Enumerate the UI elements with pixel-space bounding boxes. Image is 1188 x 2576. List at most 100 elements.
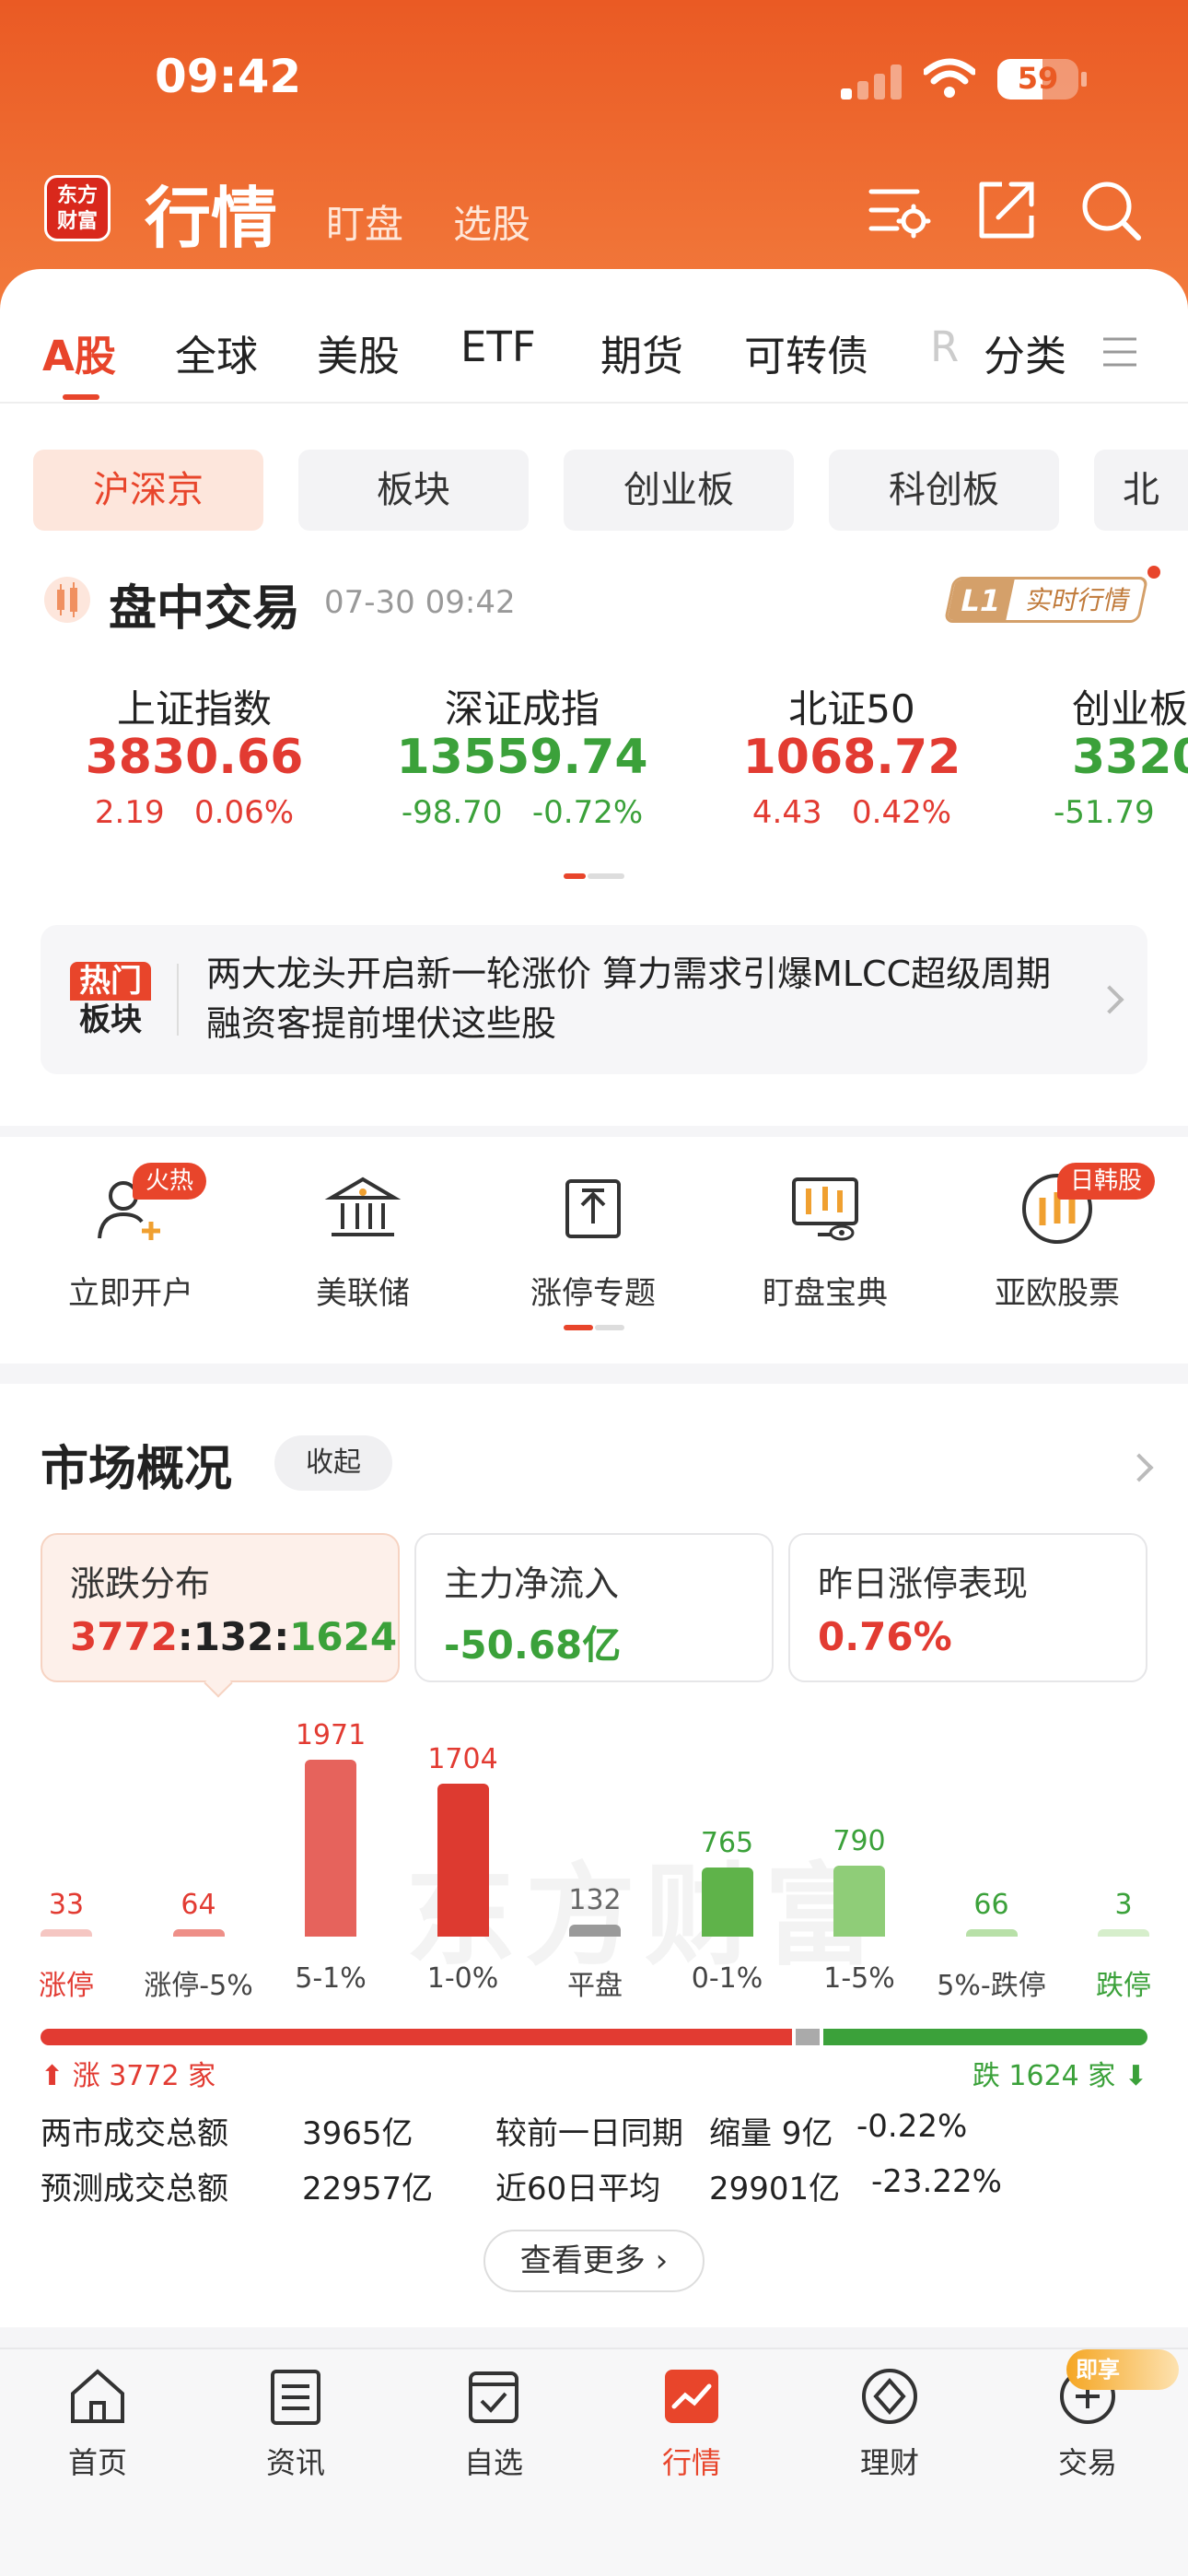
view-more-button[interactable]: 查看更多 › xyxy=(483,2230,705,2292)
ratio-down xyxy=(823,2029,1147,2045)
bar-category-label: 涨停 xyxy=(39,1970,94,2002)
shortcut-watch-guide[interactable]: 盯盘宝典 xyxy=(724,1170,926,1313)
pill-sector[interactable]: 板块 xyxy=(298,450,529,531)
nav-label: 行情 xyxy=(661,2445,721,2480)
nav-label: 理财 xyxy=(859,2445,919,2480)
session-time: 07-30 09:42 xyxy=(324,584,516,621)
bank-icon xyxy=(324,1177,402,1236)
rise-count: ⬆ 涨 3772 家 xyxy=(41,2053,215,2093)
chevron-right-icon xyxy=(1095,985,1124,1014)
nav-home[interactable]: 首页 xyxy=(24,2366,171,2482)
search-icon[interactable] xyxy=(1076,175,1146,245)
bar-category-label: 5-1% xyxy=(295,1962,367,1995)
pill-gem[interactable]: 创业板 xyxy=(564,450,794,531)
nav-market[interactable]: 行情 xyxy=(618,2366,765,2482)
battery-level: 59 xyxy=(1017,61,1059,96)
monitor-eye-icon xyxy=(792,1177,858,1241)
bar-category-label: 跌停 xyxy=(1096,1970,1151,2002)
index-card-bj50[interactable]: 北证50 1068.72 4.43 0.42% xyxy=(700,678,1004,840)
sector-tag: 板块 xyxy=(79,1001,142,1038)
summary-card-limit-up-perf[interactable]: 昨日涨停表现 0.76% xyxy=(788,1533,1147,1682)
section-title: 市场概况 xyxy=(41,1442,233,1497)
market-tabs: A股 全球 美股 ETF 期货 可转债 R 分类 xyxy=(0,313,1188,404)
pill-bj[interactable]: 北 xyxy=(1094,450,1188,531)
bar-0 xyxy=(41,1929,92,1937)
wealth-icon xyxy=(862,2369,917,2424)
menu-icon[interactable] xyxy=(1101,334,1138,370)
nav-label: 首页 xyxy=(67,2445,127,2480)
share-icon[interactable] xyxy=(971,175,1041,245)
settings-list-icon[interactable] xyxy=(864,175,934,245)
hot-sector-tag: 热门 板块 xyxy=(70,962,151,1039)
tab-global[interactable]: 全球 xyxy=(175,322,258,382)
arrow-up-icon: ⬆ xyxy=(41,2060,64,2092)
rise-label: 涨 3772 家 xyxy=(72,2060,216,2092)
collapse-button[interactable]: 收起 xyxy=(274,1435,392,1491)
shortcut-limit-up[interactable]: 涨停专题 xyxy=(492,1170,694,1313)
bar-value-label: 66 xyxy=(973,1889,1009,1921)
divider xyxy=(177,964,179,1036)
nav-news[interactable]: 资讯 xyxy=(222,2366,369,2482)
index-card-gem-clip[interactable]: 创业板 3320 -51.79 xyxy=(995,678,1188,862)
index-card-sh[interactable]: 上证指数 3830.66 2.19 0.06% xyxy=(42,678,346,840)
bar-value-label: 790 xyxy=(833,1825,886,1858)
bar-6 xyxy=(833,1866,885,1937)
tab-category[interactable]: 分类 xyxy=(984,322,1066,382)
stat-label: 较前一日同期 xyxy=(495,2115,683,2152)
stat-value: -23.22% xyxy=(871,2163,1002,2200)
tab-us[interactable]: 美股 xyxy=(317,322,400,382)
status-time: 09:42 xyxy=(155,50,302,103)
battery-cap xyxy=(1081,72,1087,87)
index-card-sz[interactable]: 深证成指 13559.74 -98.70 -0.72% xyxy=(370,678,674,840)
chart-icon xyxy=(665,2370,718,2423)
card-title: 主力净流入 xyxy=(444,1563,620,1604)
header-tab-pick[interactable]: 选股 xyxy=(453,193,530,250)
tab-more-cut[interactable]: R xyxy=(930,322,959,371)
flat-count: 132 xyxy=(192,1614,274,1659)
pill-star[interactable]: 科创板 xyxy=(829,450,1059,531)
index-change: 4.43 0.42% xyxy=(751,794,952,831)
summary-card-distribution[interactable]: 涨跌分布 3772:132:1624 xyxy=(41,1533,400,1682)
chevron-right-icon[interactable] xyxy=(1124,1453,1154,1482)
l1-realtime-badge[interactable]: L1 实时行情 xyxy=(943,577,1149,623)
page-title: 行情 xyxy=(145,180,278,257)
stat-label: 近60日平均 xyxy=(495,2171,661,2207)
bar-category-label: 平盘 xyxy=(567,1970,623,2002)
app-logo[interactable]: 东方 财富 xyxy=(44,175,111,241)
stat-value: 22957亿 xyxy=(302,2171,434,2207)
bar-category-label: 1-0% xyxy=(426,1962,499,1995)
index-name: 北证50 xyxy=(788,686,915,732)
header-tab-watch[interactable]: 盯盘 xyxy=(326,193,403,250)
index-name: 上证指数 xyxy=(116,686,272,732)
fall-label: 跌 1624 家 xyxy=(972,2060,1116,2092)
nav-wealth[interactable]: 理财 xyxy=(816,2366,963,2482)
signal-icon xyxy=(841,63,905,100)
shortcut-label: 美联储 xyxy=(316,1275,410,1312)
tab-futures[interactable]: 期货 xyxy=(600,322,683,382)
tab-convertible[interactable]: 可转债 xyxy=(744,322,868,382)
ratio-up xyxy=(41,2029,793,2045)
hot-sector-news[interactable]: 热门 板块 两大龙头开启新一轮涨价 算力需求引爆MLCC超级周期 融资客提前埋伏… xyxy=(41,925,1147,1074)
bar-5 xyxy=(701,1868,753,1937)
index-value: 1068.72 xyxy=(742,730,961,785)
tab-etf[interactable]: ETF xyxy=(460,322,536,371)
status-bar: 09:42 59 xyxy=(0,0,1188,157)
app-screen: 09:42 59 东方 财富 行情 盯盘 选股 A股 全球 美股 ETF 期货 … xyxy=(0,0,1188,2576)
arrow-down-icon: ⬇ xyxy=(1124,2060,1147,2092)
index-change: 2.19 0.06% xyxy=(94,794,295,831)
summary-card-main-flow[interactable]: 主力净流入 -50.68亿 xyxy=(414,1533,774,1682)
page-indicator xyxy=(564,873,624,879)
bottom-nav: 首页 资讯 自选 行情 理财 交易 即享 xyxy=(0,2348,1188,2576)
shortcut-fed[interactable]: 美联储 xyxy=(262,1170,464,1313)
index-card-gem: 创业板 3320 -51.79 xyxy=(995,678,1188,840)
bar-category-label: 1-5% xyxy=(823,1962,895,1995)
nav-watchlist[interactable]: 自选 xyxy=(420,2366,567,2482)
bar-1 xyxy=(172,1929,225,1937)
pill-hs-bj[interactable]: 沪深京 xyxy=(33,450,263,531)
home-icon xyxy=(71,2369,124,2423)
tab-a-share[interactable]: A股 xyxy=(42,322,116,382)
up-count: 3772 xyxy=(70,1614,178,1659)
nav-label: 交易 xyxy=(1057,2445,1117,2480)
bar-value-label: 132 xyxy=(568,1884,622,1917)
bar-value-label: 765 xyxy=(700,1827,754,1860)
